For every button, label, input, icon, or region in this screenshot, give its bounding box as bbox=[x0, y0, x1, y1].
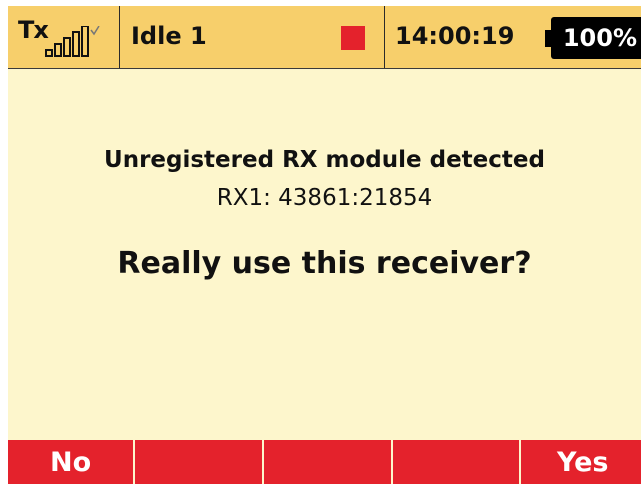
signal-strength-icon bbox=[45, 26, 111, 58]
dialog-title: Unregistered RX module detected bbox=[104, 147, 545, 173]
clock: 14:00:19 bbox=[395, 22, 515, 50]
dialog-question: Really use this receiver? bbox=[117, 246, 532, 281]
model-cell: Idle 1 bbox=[120, 6, 384, 68]
softkey-bar: No Yes bbox=[8, 440, 641, 484]
softkey-4[interactable] bbox=[393, 440, 519, 484]
battery-percent: 100% bbox=[562, 24, 637, 52]
status-bar: Tx Idle 1 14:00:19 100% bbox=[8, 6, 641, 69]
model-name: Idle 1 bbox=[131, 22, 207, 50]
receiver-id: RX1: 43861:21854 bbox=[216, 185, 433, 211]
alarm-indicator bbox=[341, 26, 365, 50]
softkey-2[interactable] bbox=[135, 440, 262, 484]
yes-button-label: Yes bbox=[557, 447, 609, 478]
no-button-label: No bbox=[50, 447, 92, 478]
tx-label: Tx bbox=[18, 16, 49, 44]
time-battery-cell: 14:00:19 100% bbox=[385, 6, 641, 68]
no-button[interactable]: No bbox=[8, 440, 133, 484]
transmitter-screen: Tx Idle 1 14:00:19 100% Unregistered RX … bbox=[8, 6, 641, 484]
battery-icon: 100% bbox=[551, 17, 641, 59]
softkey-3[interactable] bbox=[264, 440, 391, 484]
tx-signal-cell: Tx bbox=[8, 6, 119, 68]
yes-button[interactable]: Yes bbox=[521, 440, 641, 484]
